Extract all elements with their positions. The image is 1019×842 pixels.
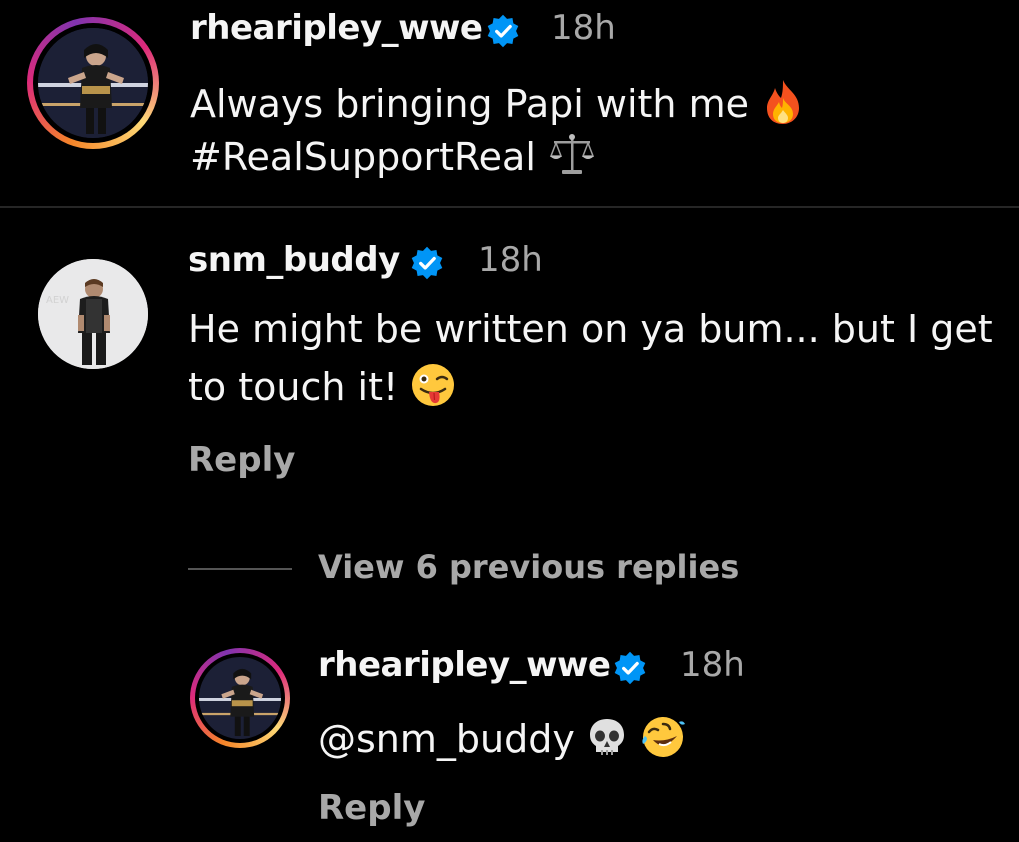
wrestler-photo-icon: AEW (38, 259, 148, 369)
reply-text: @snm_buddy (318, 714, 687, 769)
verified-badge-icon (614, 651, 646, 685)
caption-divider (0, 206, 1019, 208)
view-previous-replies-label[interactable]: View 6 previous replies (318, 548, 739, 586)
reply-mention[interactable]: @snm_buddy (318, 717, 575, 761)
comment-avatar[interactable]: AEW (38, 259, 148, 369)
verified-badge-icon (487, 14, 519, 48)
scales-emoji-icon (548, 132, 596, 187)
comment-timestamp: 18h (478, 240, 543, 280)
caption-username[interactable]: rhearipley_wwe (190, 8, 483, 48)
comment-text-line1: He might be written on ya bum... but I g… (188, 307, 993, 351)
caption-timestamp: 18h (551, 8, 616, 48)
caption-line1: Always bringing Papi with me (190, 82, 749, 126)
comment-username[interactable]: snm_buddy (188, 240, 400, 280)
comment-reply-button[interactable]: Reply (188, 440, 295, 480)
caption-avatar[interactable] (27, 17, 159, 149)
avatar-image (38, 28, 148, 138)
winking-tongue-emoji-icon (410, 362, 456, 417)
wrestler-photo-icon (199, 657, 281, 739)
reply-reply-button[interactable]: Reply (318, 788, 425, 828)
caption-text-line1: Always bringing Papi with me (190, 78, 805, 135)
rolling-laughing-emoji-icon (639, 714, 687, 769)
wrestler-photo-icon (38, 28, 148, 138)
reply-username[interactable]: rhearipley_wwe (318, 645, 611, 685)
caption-hashtag[interactable]: #RealSupportReal (190, 135, 536, 179)
comment-line2: to touch it! (188, 365, 399, 409)
replies-thread-line (188, 568, 292, 570)
comment-text-line2: to touch it! (188, 362, 456, 417)
caption-text-line2: #RealSupportReal (190, 132, 596, 187)
svg-text:AEW: AEW (46, 295, 69, 306)
skull-emoji-icon (587, 716, 627, 767)
fire-emoji-icon (761, 78, 805, 135)
comments-screen: rhearipley_wwe 18h Always bringing Papi … (0, 0, 1019, 842)
avatar-image (199, 657, 281, 739)
verified-badge-icon (411, 246, 443, 280)
reply-avatar[interactable] (190, 648, 290, 748)
reply-timestamp: 18h (680, 645, 745, 685)
post-caption: rhearipley_wwe 18h Always bringing Papi … (0, 0, 1019, 206)
